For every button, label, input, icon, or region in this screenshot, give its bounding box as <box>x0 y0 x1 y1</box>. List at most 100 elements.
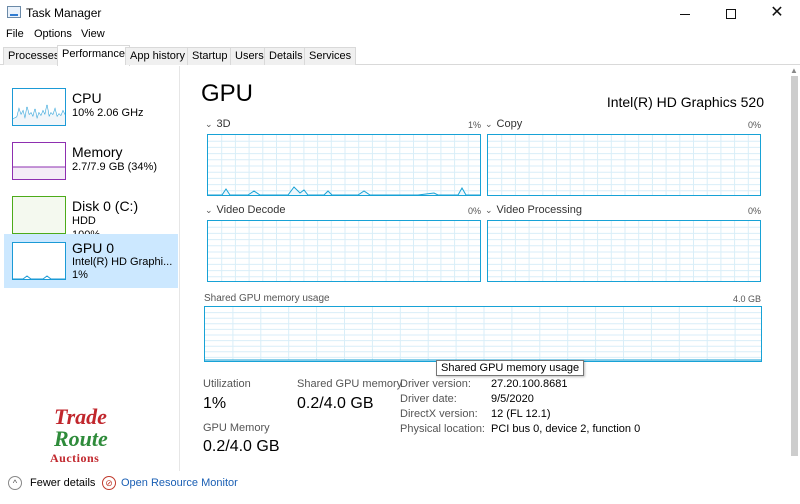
graph-video-decode-label: Video Decode <box>216 204 286 216</box>
shared-memory-chart <box>205 307 761 361</box>
gpu-memory-label: GPU Memory <box>203 422 270 434</box>
gpu-thumb-chart <box>13 275 65 279</box>
close-button[interactable]: ✕ <box>754 0 800 26</box>
tooltip: Shared GPU memory usage <box>436 360 585 376</box>
scroll-up-icon[interactable]: ▲ <box>790 66 798 75</box>
graph-3d-selector[interactable]: ⌄ 3D <box>205 118 231 130</box>
menu-bar: File Options View <box>0 26 800 44</box>
graph-gridlines <box>208 135 480 195</box>
disk-thumb-chart <box>13 197 65 233</box>
driver-date-label: Driver date: <box>400 393 457 405</box>
memory-thumb-chart <box>13 166 65 179</box>
window-title: Task Manager <box>26 6 102 20</box>
sidebar-cpu-title: CPU <box>72 90 102 106</box>
graph-3d-label: 3D <box>216 118 231 130</box>
sidebar-item-memory[interactable]: Memory 2.7/7.9 GB (34%) <box>4 130 178 184</box>
tab-details[interactable]: Details <box>264 47 308 65</box>
menu-view[interactable]: View <box>81 28 105 40</box>
fewer-details-link[interactable]: Fewer details <box>30 477 95 489</box>
graph-video-decode-percent: 0% <box>467 206 481 216</box>
logo-route: Route <box>54 426 108 451</box>
minimize-icon <box>680 13 690 15</box>
driver-date-value: 9/5/2020 <box>491 393 534 405</box>
page-title: GPU <box>201 80 254 107</box>
open-resource-monitor-link[interactable]: Open Resource Monitor <box>121 477 238 489</box>
sidebar-cpu-detail: 10% 2.06 GHz <box>72 107 144 119</box>
graph-gridlines <box>488 221 760 281</box>
graph-copy-percent: 0% <box>747 120 761 130</box>
graph-3d-chart <box>208 135 480 195</box>
graph-3d <box>207 134 481 196</box>
scrollbar[interactable]: ▲ <box>790 66 800 471</box>
sidebar-memory-detail: 2.7/7.9 GB (34%) <box>72 161 157 173</box>
graph-video-decode-chart <box>208 221 480 281</box>
task-manager-icon <box>7 6 21 18</box>
chevron-down-icon: ⌄ <box>205 205 213 215</box>
resource-monitor-icon[interactable]: ⊘ <box>102 476 116 490</box>
minimize-button[interactable] <box>662 0 708 26</box>
graph-3d-percent: 1% <box>467 120 481 130</box>
chevron-down-icon: ⌄ <box>485 119 493 129</box>
driver-version-label: Driver version: <box>400 378 471 390</box>
trade-route-auctions-logo: Trade Route Auctions <box>48 404 128 474</box>
shared-memory-graph <box>204 306 762 362</box>
sidebar-item-gpu[interactable]: GPU 0 Intel(R) HD Graphi... 1% <box>4 234 178 288</box>
cpu-graph-thumb <box>12 88 66 126</box>
graph-video-decode-selector[interactable]: ⌄ Video Decode <box>205 204 285 216</box>
sidebar-item-cpu[interactable]: CPU 10% 2.06 GHz <box>4 76 178 130</box>
menu-options[interactable]: Options <box>34 28 72 40</box>
tab-users[interactable]: Users <box>230 47 269 65</box>
tab-performance[interactable]: Performance <box>57 45 130 66</box>
gpu-memory-value: 0.2/4.0 GB <box>203 438 280 455</box>
utilization-value: 1% <box>203 395 227 412</box>
title-bar: Task Manager ✕ <box>0 0 800 26</box>
graph-video-processing-selector[interactable]: ⌄ Video Processing <box>485 204 582 216</box>
shared-memory-label: Shared GPU memory <box>297 378 403 390</box>
graph-copy-label: Copy <box>496 118 523 130</box>
sidebar-item-disk[interactable]: Disk 0 (C:) HDD 100% <box>4 184 178 241</box>
sidebar-gpu-model: Intel(R) HD Graphi... <box>72 256 172 268</box>
utilization-label: Utilization <box>203 378 251 390</box>
driver-version-value: 27.20.100.8681 <box>491 378 568 390</box>
gpu-model-name: Intel(R) HD Graphics 520 <box>606 94 764 110</box>
close-icon: ✕ <box>770 4 784 21</box>
sidebar-memory-title: Memory <box>72 144 123 160</box>
tab-bar: Processes Performance App history Startu… <box>0 45 800 66</box>
graph-video-processing-label: Video Processing <box>496 204 582 216</box>
tab-processes[interactable]: Processes <box>3 47 65 65</box>
sidebar-gpu-usage: 1% <box>72 269 88 281</box>
graph-gridlines <box>205 307 761 361</box>
gpu-graph-thumb <box>12 242 66 280</box>
scrollbar-thumb[interactable] <box>791 76 798 456</box>
chevron-down-icon: ⌄ <box>485 205 493 215</box>
physical-location-label: Physical location: <box>400 423 485 435</box>
graph-video-decode <box>207 220 481 282</box>
graph-video-processing-chart <box>488 221 760 281</box>
tab-app-history[interactable]: App history <box>125 47 191 65</box>
footer: ^ Fewer details ⊘ Open Resource Monitor <box>0 471 800 504</box>
graph-gridlines <box>208 221 480 281</box>
graph-copy-chart <box>488 135 760 195</box>
graph-copy <box>487 134 761 196</box>
graph-copy-selector[interactable]: ⌄ Copy <box>485 118 522 130</box>
sidebar-disk-type: HDD <box>72 215 96 227</box>
graph-gridlines <box>488 135 760 195</box>
shared-memory-value: 0.2/4.0 GB <box>297 395 374 412</box>
tab-startup[interactable]: Startup <box>187 47 233 65</box>
menu-file[interactable]: File <box>6 28 24 40</box>
graph-video-processing <box>487 220 761 282</box>
sidebar-disk-title: Disk 0 (C:) <box>72 198 139 214</box>
memory-graph-thumb <box>12 142 66 180</box>
sidebar-gpu-title: GPU 0 <box>72 240 115 256</box>
graph-video-processing-percent: 0% <box>747 206 761 216</box>
chevron-up-icon[interactable]: ^ <box>8 476 22 490</box>
maximize-icon <box>726 9 736 20</box>
directx-version-value: 12 (FL 12.1) <box>491 408 551 420</box>
chevron-down-icon: ⌄ <box>205 119 213 129</box>
tab-services[interactable]: Services <box>304 47 357 65</box>
physical-location-value: PCI bus 0, device 2, function 0 <box>491 423 641 435</box>
directx-version-label: DirectX version: <box>400 408 478 420</box>
maximize-button[interactable] <box>708 0 754 26</box>
gpu-panel: GPU Intel(R) HD Graphics 520 ⌄ 3D 1% ⌄ Cop… <box>181 66 790 471</box>
shared-memory-graph-max: 4.0 GB <box>732 294 761 304</box>
